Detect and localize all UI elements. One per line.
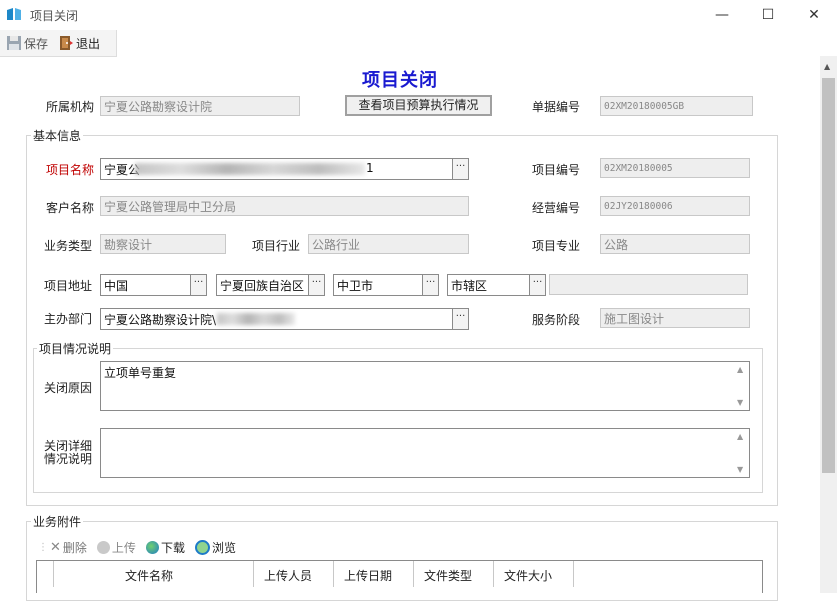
attachment-toolbar: ⋮ ✕ 删除 上传 下载 浏览 bbox=[38, 538, 762, 556]
column-header-file-size[interactable]: 文件大小 bbox=[504, 567, 552, 584]
specialty-field: 公路 bbox=[600, 234, 750, 254]
doc-no-field: 02XM20180005GB bbox=[600, 96, 753, 116]
magnifier-icon bbox=[194, 539, 210, 555]
project-name-picker-button[interactable]: ··· bbox=[452, 159, 468, 179]
industry-label: 项目行业 bbox=[252, 239, 301, 253]
city-picker-button[interactable]: ··· bbox=[422, 275, 438, 295]
attachments-title: 业务附件 bbox=[31, 513, 84, 530]
dept-value: 宁夏公路勘察设计院\ bbox=[104, 313, 217, 327]
biz-no-field: 02JY20180006 bbox=[600, 196, 750, 216]
industry-field: 公路行业 bbox=[308, 234, 469, 254]
redacted-blur bbox=[135, 163, 365, 175]
dept-label: 主办部门 bbox=[44, 312, 93, 326]
upload-icon bbox=[96, 540, 110, 554]
address-label: 项目地址 bbox=[44, 279, 93, 293]
doc-no-label: 单据编号 bbox=[532, 100, 581, 114]
download-label: 下载 bbox=[160, 540, 185, 555]
save-disk-icon bbox=[7, 36, 21, 50]
project-no-label: 项目编号 bbox=[532, 163, 581, 177]
scrollbar-thumb[interactable] bbox=[822, 78, 835, 473]
exit-label: 退出 bbox=[76, 36, 101, 51]
close-reason-text: 立项单号重复 bbox=[104, 366, 177, 380]
upload-button[interactable]: 上传 bbox=[96, 539, 136, 556]
delete-button[interactable]: ⋮ ✕ 删除 bbox=[38, 539, 87, 556]
form-title: 项目关闭 bbox=[362, 70, 438, 91]
province-picker-button[interactable]: ··· bbox=[308, 275, 324, 295]
close-button[interactable]: ✕ bbox=[802, 4, 826, 26]
project-no-field: 02XM20180005 bbox=[600, 158, 750, 178]
vertical-scrollbar[interactable]: ▲ bbox=[820, 56, 837, 593]
column-header-file-name[interactable]: 文件名称 bbox=[125, 567, 173, 584]
description-title: 项目情况说明 bbox=[37, 340, 114, 357]
country-field[interactable]: 中国 ··· bbox=[100, 274, 207, 296]
upload-label: 上传 bbox=[111, 540, 136, 555]
district-picker-button[interactable]: ··· bbox=[529, 275, 545, 295]
redacted-blur bbox=[217, 313, 295, 325]
project-name-field[interactable]: 宁夏公 1 ··· bbox=[100, 158, 469, 180]
customer-label: 客户名称 bbox=[46, 201, 95, 215]
basic-info-title: 基本信息 bbox=[31, 127, 84, 144]
exit-button[interactable]: 退出 bbox=[58, 35, 100, 51]
save-button[interactable]: 保存 bbox=[6, 35, 48, 51]
biz-type-label: 业务类型 bbox=[44, 239, 93, 253]
biz-no-label: 经营编号 bbox=[532, 201, 581, 215]
close-reason-textarea[interactable]: 立项单号重复 ▲ ▼ bbox=[100, 361, 750, 411]
biz-type-field: 勘察设计 bbox=[100, 234, 226, 254]
scroll-up-icon[interactable]: ▲ bbox=[824, 62, 830, 71]
district-field[interactable]: 市辖区 ··· bbox=[447, 274, 546, 296]
save-label: 保存 bbox=[24, 36, 49, 51]
toolbar: 保存 退出 bbox=[0, 30, 117, 57]
window-title: 项目关闭 bbox=[30, 9, 79, 23]
close-reason-scrollbar[interactable]: ▲ ▼ bbox=[734, 363, 748, 409]
maximize-button[interactable]: ☐ bbox=[756, 4, 780, 26]
attachment-grid[interactable]: 文件名称 上传人员 上传日期 文件类型 文件大小 bbox=[36, 560, 763, 593]
country-value: 中国 bbox=[104, 279, 129, 293]
address-detail-field bbox=[549, 274, 748, 295]
city-value: 中卫市 bbox=[337, 279, 374, 293]
close-reason-label: 关闭原因 bbox=[44, 381, 93, 395]
delete-x-icon: ✕ bbox=[50, 539, 61, 555]
dept-picker-button[interactable]: ··· bbox=[452, 309, 468, 329]
district-value: 市辖区 bbox=[451, 279, 488, 293]
grip-icon: ⋮ bbox=[38, 541, 48, 553]
title-bar: 项目关闭 — ☐ ✕ bbox=[0, 0, 837, 30]
column-header-uploader[interactable]: 上传人员 bbox=[264, 567, 312, 584]
browse-label: 浏览 bbox=[211, 540, 236, 555]
province-value: 宁夏回族自治区 bbox=[220, 279, 305, 293]
column-header-upload-date[interactable]: 上传日期 bbox=[344, 567, 392, 584]
browse-button[interactable]: 浏览 bbox=[194, 539, 236, 556]
customer-field: 宁夏公路管理局中卫分局 bbox=[100, 196, 469, 216]
globe-download-icon bbox=[145, 540, 159, 554]
exit-door-icon bbox=[60, 36, 73, 50]
stage-label: 服务阶段 bbox=[532, 313, 581, 327]
org-label: 所属机构 bbox=[46, 100, 95, 114]
specialty-label: 项目专业 bbox=[532, 239, 581, 253]
app-book-icon bbox=[7, 8, 21, 20]
dept-field[interactable]: 宁夏公路勘察设计院\ ··· bbox=[100, 308, 469, 330]
view-budget-button[interactable]: 查看项目预算执行情况 bbox=[345, 95, 492, 116]
delete-label: 删除 bbox=[62, 540, 87, 555]
column-header-file-type[interactable]: 文件类型 bbox=[424, 567, 472, 584]
project-name-tail: 1 bbox=[366, 161, 374, 175]
org-field: 宁夏公路勘察设计院 bbox=[100, 96, 300, 116]
stage-field: 施工图设计 bbox=[600, 308, 750, 328]
city-field[interactable]: 中卫市 ··· bbox=[333, 274, 439, 296]
close-detail-scrollbar[interactable]: ▲ ▼ bbox=[734, 430, 748, 476]
country-picker-button[interactable]: ··· bbox=[190, 275, 206, 295]
close-detail-label: 关闭详细情况说明 bbox=[44, 439, 93, 466]
close-detail-textarea[interactable]: ▲ ▼ bbox=[100, 428, 750, 478]
minimize-button[interactable]: — bbox=[710, 4, 734, 26]
project-name-label: 项目名称 bbox=[46, 163, 95, 177]
province-field[interactable]: 宁夏回族自治区 ··· bbox=[216, 274, 325, 296]
download-button[interactable]: 下载 bbox=[145, 539, 185, 556]
